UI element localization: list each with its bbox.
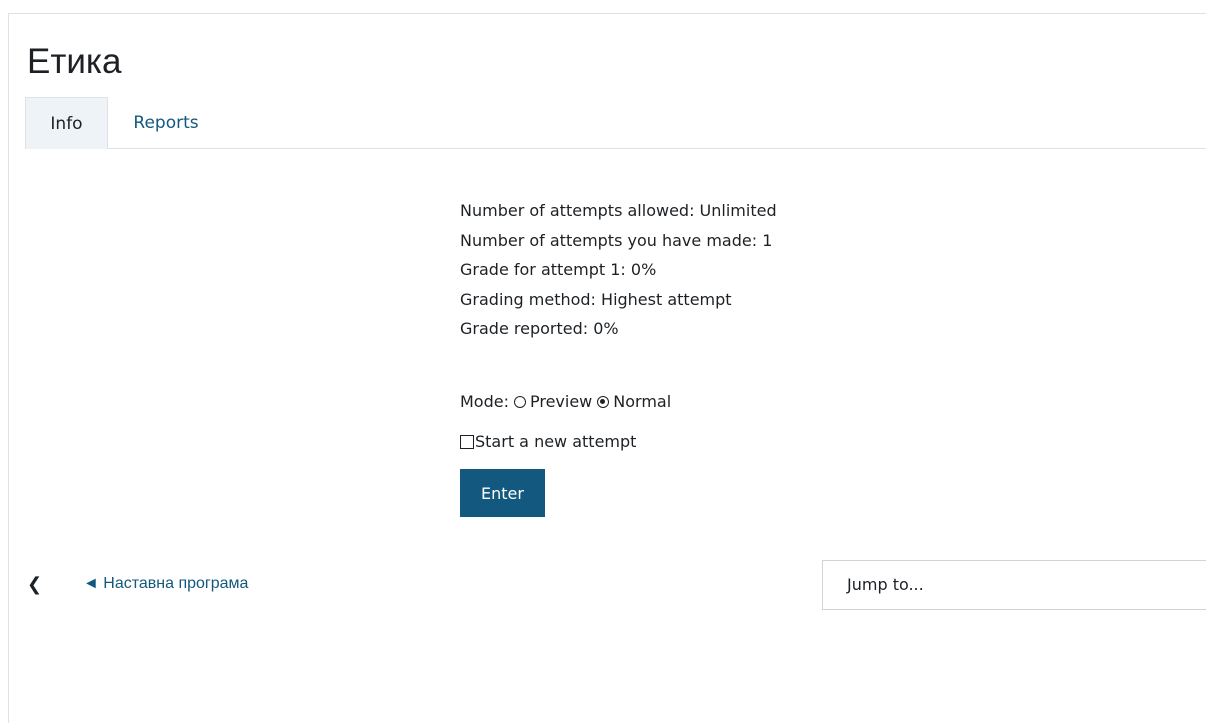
chevron-left-icon[interactable]: ❮ [27,574,53,595]
attempt-grade-text: Grade for attempt 1: 0% [460,260,657,279]
previous-activity-link[interactable]: ◄ Наставна програма [83,575,248,593]
new-attempt-checkbox[interactable] [460,435,474,449]
tab-bar: Info Reports [25,97,1206,149]
attempts-made-text: Number of attempts you have made: 1 [460,230,773,250]
mode-label: Mode: [460,392,509,411]
enter-button[interactable]: Enter [460,469,545,517]
new-attempt-label[interactable]: Start a new attempt [475,428,636,456]
preview-radio[interactable] [513,396,526,408]
page-container: Етика Info Reports Number of attempts al… [8,13,1206,723]
activity-navigation: ❮ ◄ Наставна програма [27,569,248,599]
normal-radio-label[interactable]: Normal [613,388,671,416]
attempt-summary: Number of attempts allowed: Unlimited Nu… [460,196,777,344]
attempts-allowed-text: Number of attempts allowed: Unlimited [460,201,777,220]
page-title: Етика [27,42,122,81]
grading-method-text: Grading method: Highest attempt [460,289,732,309]
jump-to-select[interactable]: Jump to... [822,560,1206,610]
grade-reported-text: Grade reported: 0% [460,319,619,338]
preview-radio-label[interactable]: Preview [530,388,592,416]
mode-selector: Mode: Preview Normal [460,388,671,416]
normal-radio[interactable] [597,396,610,408]
tab-info[interactable]: Info [25,97,108,149]
tab-reports[interactable]: Reports [108,97,224,149]
new-attempt-option: Start a new attempt [460,428,636,456]
